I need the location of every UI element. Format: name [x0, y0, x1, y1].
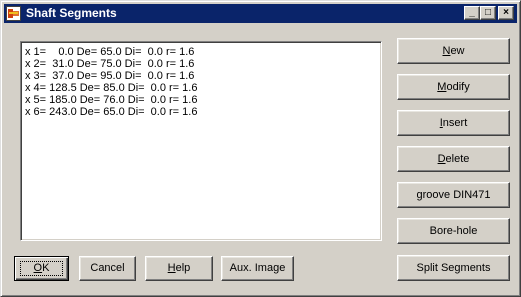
segments-list[interactable]: x 1= 0.0 De= 65.0 Di= 0.0 r= 1.6 x 2= 31…: [20, 41, 382, 241]
bore-hole-button-label: Bore-hole: [429, 225, 478, 237]
focus-rectangle: [20, 261, 63, 276]
split-segments-button[interactable]: Split Segments: [397, 255, 510, 281]
cancel-button-label: Cancel: [90, 262, 125, 274]
list-item[interactable]: x 5= 185.0 De= 76.0 Di= 0.0 r= 1.6: [25, 94, 381, 106]
split-segments-button-label: Split Segments: [416, 262, 491, 274]
modify-button[interactable]: Modify: [397, 74, 510, 100]
ok-button[interactable]: OK: [14, 256, 69, 281]
groove-din471-button[interactable]: groove DIN471: [397, 182, 510, 208]
title-bar[interactable]: Shaft Segments _ □ ×: [4, 4, 517, 23]
delete-button[interactable]: Delete: [397, 146, 510, 172]
list-item[interactable]: x 3= 37.0 De= 95.0 Di= 0.0 r= 1.6: [25, 70, 381, 82]
cancel-button[interactable]: Cancel: [79, 256, 136, 281]
close-button[interactable]: ×: [498, 6, 514, 20]
list-item[interactable]: x 2= 31.0 De= 75.0 Di= 0.0 r= 1.6: [25, 58, 381, 70]
groove-button-label: groove DIN471: [416, 189, 491, 201]
list-item[interactable]: x 1= 0.0 De= 65.0 Di= 0.0 r= 1.6: [25, 46, 381, 58]
bore-hole-button[interactable]: Bore-hole: [397, 218, 510, 244]
app-icon[interactable]: [6, 6, 21, 21]
window-title: Shaft Segments: [26, 6, 117, 20]
minimize-button[interactable]: _: [464, 6, 480, 20]
maximize-icon: □: [484, 7, 492, 18]
help-button[interactable]: Help: [145, 256, 213, 281]
close-icon: ×: [503, 7, 509, 18]
help-button-label: Help: [167, 262, 191, 274]
aux-image-button-label: Aux. Image: [229, 262, 286, 274]
insert-button[interactable]: Insert: [397, 110, 510, 136]
list-item[interactable]: x 4= 128.5 De= 85.0 Di= 0.0 r= 1.6: [25, 82, 381, 94]
shaft-segments-dialog: Shaft Segments _ □ × x 1= 0.0 De= 65.0 D…: [0, 0, 521, 297]
new-button-label: New: [442, 45, 465, 57]
delete-button-label: Delete: [437, 153, 470, 165]
modify-button-label: Modify: [437, 81, 470, 93]
aux-image-button[interactable]: Aux. Image: [221, 256, 294, 281]
minimize-icon: _: [469, 7, 475, 18]
maximize-button[interactable]: □: [480, 6, 496, 20]
list-item[interactable]: x 6= 243.0 De= 65.0 Di= 0.0 r= 1.6: [25, 106, 381, 118]
insert-button-label: Insert: [439, 117, 468, 129]
new-button[interactable]: New: [397, 38, 510, 64]
